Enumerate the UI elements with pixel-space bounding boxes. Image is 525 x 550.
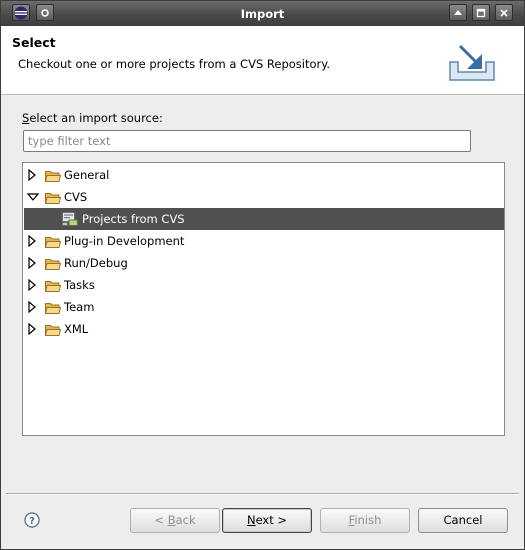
import-source-label: Select an import source: (22, 111, 163, 125)
tree-item-label: General (64, 168, 110, 182)
filter-input[interactable] (23, 130, 471, 152)
open-folder-icon (45, 193, 61, 204)
expand-arrow-icon[interactable] (28, 257, 36, 269)
tree-item-label: XML (64, 322, 89, 336)
cancel-button[interactable]: Cancel (418, 508, 508, 533)
arrow-up-icon (454, 9, 462, 15)
collapse-arrow-icon[interactable] (27, 193, 39, 201)
expand-arrow-icon[interactable] (28, 323, 36, 335)
window-maximize-button[interactable] (472, 4, 490, 21)
folder-icon (45, 237, 61, 248)
svg-text:?: ? (29, 516, 35, 527)
title-bar[interactable]: Import (1, 1, 524, 26)
tree-item-run-debug[interactable]: Run/Debug (24, 252, 504, 274)
help-icon[interactable]: ? (24, 512, 40, 528)
tree-item-label: Plug-in Development (64, 234, 185, 248)
tree-item-cvs[interactable]: CVS (24, 186, 504, 208)
maximize-icon (476, 8, 486, 17)
button-bar-separator (6, 493, 519, 495)
tree-item-label: Team (64, 300, 95, 314)
folder-icon (45, 259, 61, 270)
page-title: Select (12, 35, 56, 50)
tree-item-tasks[interactable]: Tasks (24, 274, 504, 296)
folder-icon (45, 325, 61, 336)
tree-item-label: Tasks (64, 278, 95, 292)
tree-item-projects-from-cvs[interactable]: Projects from CVS (24, 208, 504, 230)
folder-icon (45, 303, 61, 314)
cvs-projects-icon (62, 212, 78, 226)
close-icon (500, 8, 508, 17)
expand-arrow-icon[interactable] (28, 279, 36, 291)
expand-arrow-icon[interactable] (28, 301, 36, 313)
page-description: Checkout one or more projects from a CVS… (18, 57, 331, 71)
tree-item-label: CVS (64, 190, 88, 204)
tree-item-label: Projects from CVS (82, 212, 185, 226)
window-shade-button[interactable] (449, 4, 467, 21)
tree-item-plugin-development[interactable]: Plug-in Development (24, 230, 504, 252)
next-button[interactable]: Next > (222, 508, 312, 533)
tree-item-general[interactable]: General (24, 164, 504, 186)
folder-icon (45, 281, 61, 292)
tree-item-team[interactable]: Team (24, 296, 504, 318)
folder-icon (45, 171, 61, 182)
window-title: Import (240, 7, 285, 21)
tree-item-xml[interactable]: XML (24, 318, 504, 340)
back-button[interactable]: < Back (130, 508, 220, 533)
import-source-tree[interactable]: General CVS Projects from CVS Plug-in De… (22, 162, 505, 436)
finish-button[interactable]: Finish (320, 508, 410, 533)
import-dialog: Import Select Checkout one or more proje… (0, 0, 525, 550)
import-wizard-icon (449, 44, 495, 81)
wizard-header: Select Checkout one or more projects fro… (1, 26, 524, 95)
window-close-button[interactable] (495, 4, 513, 21)
expand-arrow-icon[interactable] (28, 169, 36, 181)
expand-arrow-icon[interactable] (28, 235, 36, 247)
tree-item-label: Run/Debug (64, 256, 128, 270)
